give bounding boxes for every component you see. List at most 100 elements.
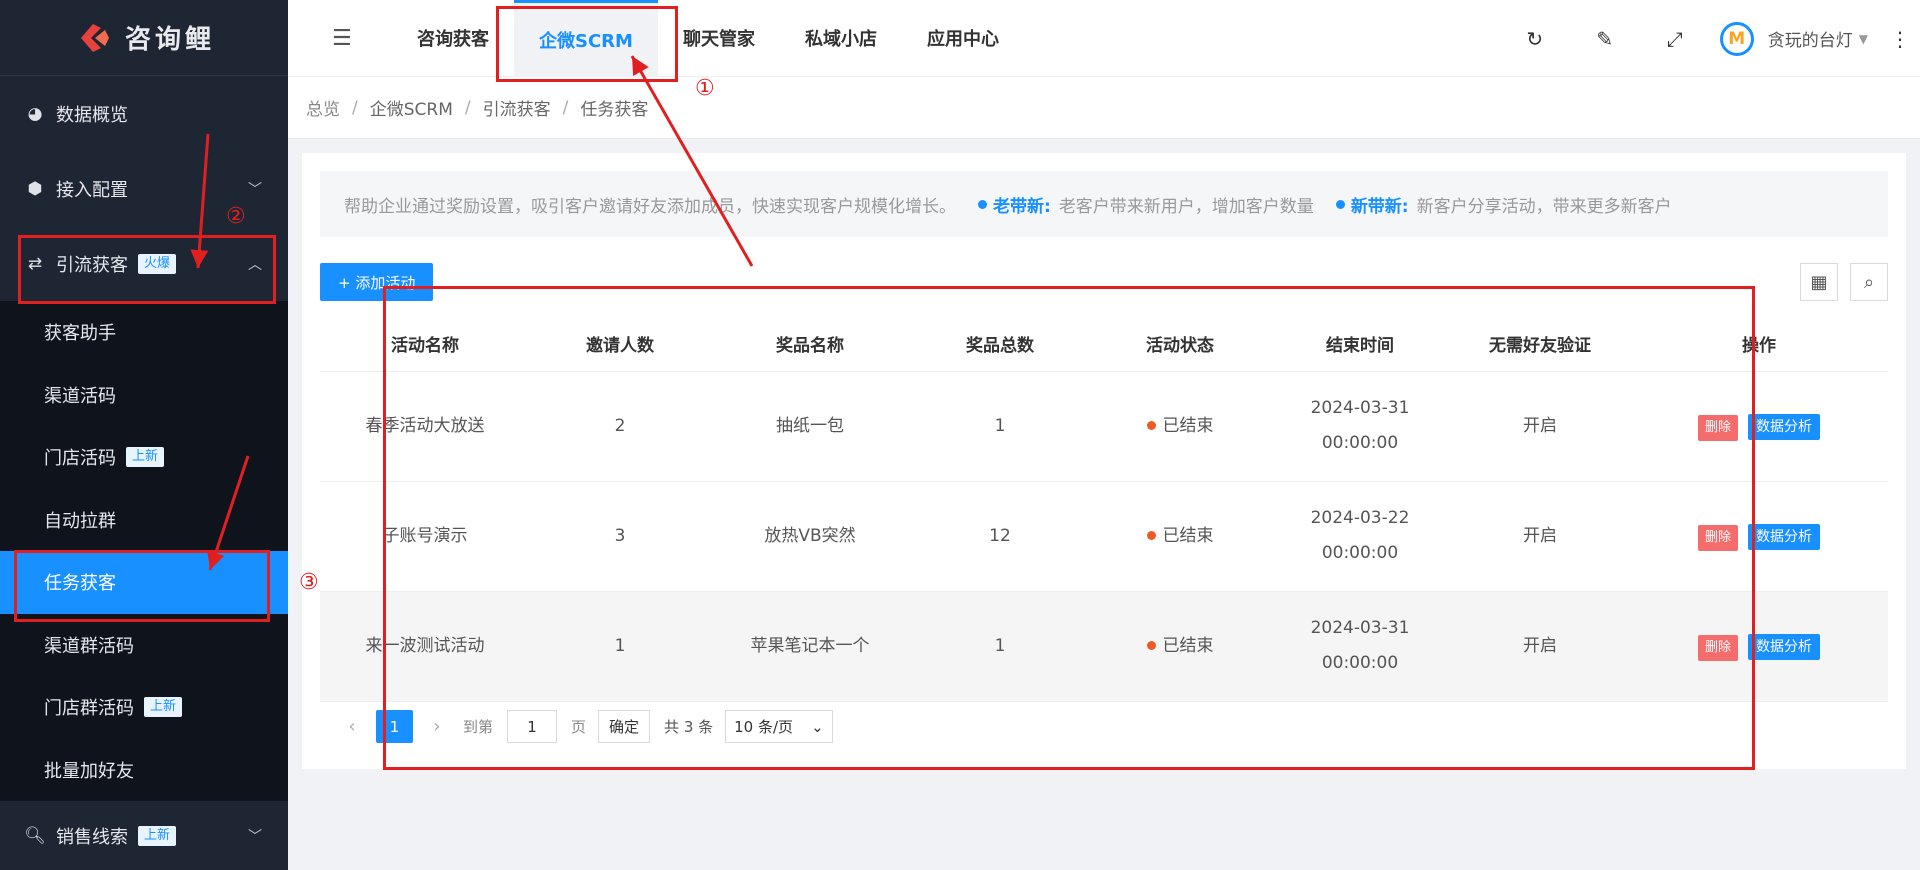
submenu-item-store-code[interactable]: 门店活码 上新 — [0, 426, 288, 489]
end-time: 00:00:00 — [1321, 653, 1399, 673]
end-date: 2024-03-31 — [1310, 398, 1410, 418]
data-analysis-button[interactable]: 数据分析 — [1748, 413, 1820, 440]
more-vertical-icon[interactable]: ⋮ — [1880, 27, 1920, 51]
chevron-up-icon: ︿ — [248, 256, 262, 273]
tab-shop[interactable]: 私域小店 — [780, 0, 902, 77]
hot-badge: 火爆 — [138, 253, 177, 274]
tab-consult[interactable]: 咨询获客 — [392, 0, 514, 77]
breadcrumb: 总览 / 企微SCRM / 引流获客 / 任务获客 — [288, 77, 1920, 139]
cell-actions: 删除 数据分析 — [1630, 481, 1888, 592]
sidebar-item-sales-leads[interactable]: 🔍︎ 销售线索 上新 ﹀ — [0, 801, 288, 870]
column-header: 结束时间 — [1270, 317, 1450, 372]
status-text: 已结束 — [1162, 635, 1214, 656]
end-date: 2024-03-31 — [1310, 618, 1410, 638]
status-dot — [1146, 421, 1156, 430]
tip-item2-title: 新带新: — [1350, 196, 1409, 217]
end-time: 00:00:00 — [1321, 543, 1399, 563]
data-analysis-button[interactable]: 数据分析 — [1748, 633, 1820, 660]
header-tools: ↻ ✎ ⤢ M 贪玩的台灯 ▼ ⋮ — [1500, 0, 1920, 77]
cell-name: 来一波测试活动 — [320, 591, 530, 702]
status-text: 已结束 — [1162, 415, 1214, 436]
submenu-item-store-group-code[interactable]: 门店群活码 上新 — [0, 676, 288, 739]
column-header: 活动状态 — [1090, 317, 1270, 372]
sidebar-item-traffic[interactable]: ⇄ 引流获客 火爆 ︿ — [0, 226, 288, 301]
cell-name: 子账号演示 — [320, 481, 530, 592]
breadcrumb-separator: / — [464, 97, 471, 118]
refresh-icon[interactable]: ↻ — [1500, 27, 1570, 51]
cell-prize: 抽纸一包 — [710, 371, 910, 482]
top-nav: 咨询获客 企微SCRM 聊天管家 私域小店 应用中心 — [392, 0, 1024, 77]
tab-chat[interactable]: 聊天管家 — [658, 0, 780, 77]
search-icon[interactable]: ⌕ — [1850, 263, 1888, 301]
delete-button[interactable]: 删除 — [1697, 524, 1738, 551]
end-date: 2024-03-22 — [1310, 508, 1410, 528]
delete-button[interactable]: 删除 — [1697, 634, 1738, 661]
data-analysis-button[interactable]: 数据分析 — [1748, 523, 1820, 550]
table-row: 子账号演示 3 放热VB突然 12 已结束 2024-03-22 00:00:00… — [320, 481, 1888, 592]
next-page-icon[interactable]: › — [425, 716, 449, 737]
cell-verify: 开启 — [1450, 371, 1630, 482]
submenu-item-auto-group[interactable]: 自动拉群 — [0, 489, 288, 552]
column-header: 邀请人数 — [530, 317, 710, 372]
page-size-select[interactable]: 10 条/页 ⌄ — [725, 710, 833, 743]
sidebar: 咨询鲤 ◕ 数据概览 ⬢ 接入配置 ﹀ ⇄ 引流获客 火爆 ︿ 获客助手 渠道活… — [0, 0, 288, 870]
sidebar-item-overview[interactable]: ◕ 数据概览 — [0, 76, 288, 151]
prev-page-icon[interactable]: ‹ — [340, 716, 364, 737]
submenu-item-label: 门店群活码 — [44, 698, 134, 720]
avatar[interactable]: M — [1719, 21, 1754, 56]
tab-apps[interactable]: 应用中心 — [902, 0, 1024, 77]
caret-down-icon[interactable]: ▼ — [1859, 32, 1868, 46]
add-activity-button[interactable]: + 添加活动 — [320, 263, 434, 301]
annotation-number-2: ② — [226, 204, 246, 229]
cell-invites: 1 — [530, 591, 710, 702]
pie-chart-icon: ◕ — [27, 103, 43, 124]
page-size-value: 10 条/页 — [734, 718, 794, 736]
cell-end-time: 2024-03-22 00:00:00 — [1270, 481, 1450, 592]
cell-total: 12 — [910, 481, 1090, 592]
column-settings-icon[interactable]: ▦ — [1800, 263, 1838, 301]
cell-verify: 开启 — [1450, 481, 1630, 592]
breadcrumb-separator: / — [562, 97, 569, 118]
cell-invites: 3 — [530, 481, 710, 592]
cell-actions: 删除 数据分析 — [1630, 591, 1888, 702]
cell-total: 1 — [910, 591, 1090, 702]
goto-page-input[interactable]: 1 — [507, 710, 558, 743]
new-badge: 上新 — [126, 447, 165, 468]
new-badge: 上新 — [144, 697, 183, 718]
goto-confirm-button[interactable]: 确定 — [598, 710, 651, 743]
cell-status: 已结束 — [1090, 481, 1270, 592]
submenu-item-batch-add[interactable]: 批量加好友 — [0, 739, 288, 802]
sidebar-item-label: 数据概览 — [56, 104, 128, 126]
fullscreen-icon[interactable]: ⤢ — [1640, 27, 1710, 51]
cell-actions: 删除 数据分析 — [1630, 371, 1888, 482]
page-number[interactable]: 1 — [376, 710, 413, 743]
theme-brush-icon[interactable]: ✎ — [1570, 27, 1640, 51]
logo[interactable]: 咨询鲤 — [0, 0, 288, 76]
page-unit: 页 — [571, 718, 587, 736]
table-header-row: 活动名称 邀请人数 奖品名称 奖品总数 活动状态 结束时间 无需好友验证 操作 — [320, 317, 1888, 372]
submenu-item-label: 渠道活码 — [44, 385, 116, 407]
breadcrumb-item[interactable]: 引流获客 — [483, 95, 551, 120]
delete-button[interactable]: 删除 — [1697, 414, 1738, 441]
total-count: 共 3 条 — [664, 718, 714, 736]
submenu-item-assistant[interactable]: 获客助手 — [0, 301, 288, 364]
new-badge: 上新 — [138, 826, 177, 846]
breadcrumb-item[interactable]: 总览 — [306, 95, 340, 120]
pagination: ‹ 1 › 到第 1 页 确定 共 3 条 10 条/页 ⌄ — [340, 710, 833, 743]
sidebar-item-label: 接入配置 — [56, 179, 128, 201]
submenu-item-task[interactable]: 任务获客 — [0, 551, 288, 614]
breadcrumb-item[interactable]: 企微SCRM — [370, 95, 453, 120]
tab-scrm[interactable]: 企微SCRM — [514, 0, 658, 77]
user-name[interactable]: 贪玩的台灯 — [1768, 26, 1853, 51]
cell-prize: 苹果笔记本一个 — [710, 591, 910, 702]
cell-invites: 2 — [530, 371, 710, 482]
column-header: 活动名称 — [320, 317, 530, 372]
chevron-down-icon: ⌄ — [811, 717, 824, 736]
cell-total: 1 — [910, 371, 1090, 482]
tip-item2-text: 新客户分享活动，带来更多新客户 — [1416, 196, 1672, 217]
menu-fold-icon[interactable]: ☰ — [332, 26, 372, 51]
status-text: 已结束 — [1162, 525, 1214, 546]
submenu-item-channel-code[interactable]: 渠道活码 — [0, 364, 288, 427]
submenu-item-channel-group-code[interactable]: 渠道群活码 — [0, 614, 288, 677]
goto-label: 到第 — [463, 718, 494, 736]
